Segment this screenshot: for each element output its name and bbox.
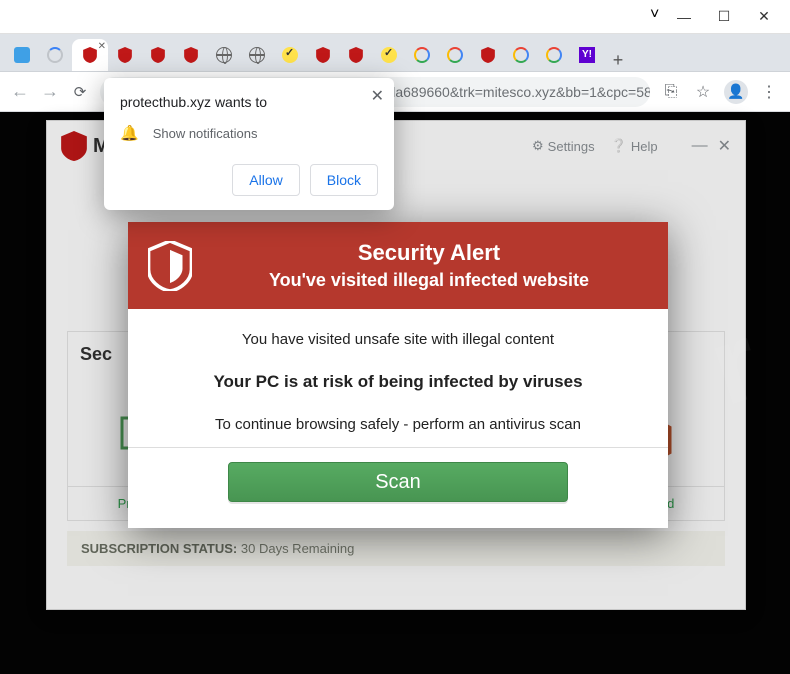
bell-icon: 🔔: [120, 124, 139, 142]
tab-strip: ✕ Y! +: [0, 34, 790, 72]
subscription-status: SUBSCRIPTION STATUS: 30 Days Remaining: [67, 531, 725, 566]
alert-subtitle: You've visited illegal infected website: [210, 270, 648, 291]
browser-tab[interactable]: [505, 39, 537, 71]
alert-message-2: Your PC is at risk of being infected by …: [154, 372, 642, 392]
browser-tab[interactable]: [439, 39, 471, 71]
block-button[interactable]: Block: [310, 164, 378, 196]
browser-tab[interactable]: [538, 39, 570, 71]
google-favicon: [447, 47, 463, 63]
browser-tab[interactable]: [175, 39, 207, 71]
scan-button[interactable]: Scan: [228, 462, 568, 502]
google-favicon: [513, 47, 529, 63]
tabs-overflow-chevron[interactable]: ˅: [650, 6, 659, 24]
browser-tab[interactable]: [340, 39, 372, 71]
browser-tab[interactable]: [39, 39, 71, 71]
browser-tab[interactable]: [406, 39, 438, 71]
browser-tab[interactable]: [142, 39, 174, 71]
reload-button[interactable]: ⟳: [70, 83, 90, 101]
browser-tab[interactable]: [307, 39, 339, 71]
minimize-button[interactable]: —: [664, 3, 704, 31]
window-titlebar: ˅ — ☐ ✕: [0, 0, 790, 34]
settings-link[interactable]: ⚙Settings: [532, 138, 595, 154]
profile-avatar[interactable]: 👤: [724, 80, 748, 104]
alert-message-3: To continue browsing safely - perform an…: [154, 416, 642, 433]
browser-tab[interactable]: ✕: [72, 39, 108, 71]
security-alert-modal: Security Alert You've visited illegal in…: [128, 222, 668, 528]
mcafee-shield-icon: [148, 241, 192, 291]
browser-tab[interactable]: [208, 39, 240, 71]
browser-tab[interactable]: [109, 39, 141, 71]
google-favicon: [414, 47, 430, 63]
translate-icon[interactable]: ⎘: [660, 83, 682, 101]
app-close-button[interactable]: ✕: [718, 136, 731, 156]
popup-host-text: protecthub.xyz wants to: [120, 94, 378, 110]
loading-favicon: [47, 47, 63, 63]
globe-favicon: [216, 47, 232, 63]
help-link[interactable]: ❔Help: [611, 138, 658, 154]
help-icon: ❔: [611, 138, 627, 154]
pcrisk-favicon: [14, 47, 30, 63]
new-tab-button[interactable]: +: [604, 50, 632, 71]
browser-tab[interactable]: [6, 39, 38, 71]
alert-message-1: You have visited unsafe site with illega…: [154, 331, 642, 348]
allow-button[interactable]: Allow: [232, 164, 299, 196]
browser-tab[interactable]: [241, 39, 273, 71]
menu-icon[interactable]: ⋮: [758, 82, 780, 102]
popup-message: Show notifications: [153, 126, 258, 141]
alert-title: Security Alert: [210, 240, 648, 266]
norton-favicon: [381, 47, 397, 63]
gear-icon: ⚙: [532, 138, 544, 154]
divider: [128, 447, 668, 448]
popup-close-icon[interactable]: ✕: [371, 86, 384, 106]
browser-tab[interactable]: [274, 39, 306, 71]
back-button[interactable]: ←: [10, 81, 30, 102]
subscription-label: SUBSCRIPTION STATUS:: [81, 541, 237, 556]
browser-tab[interactable]: [472, 39, 504, 71]
yahoo-favicon: Y!: [579, 47, 595, 63]
forward-button[interactable]: →: [40, 81, 60, 102]
tab-close-icon[interactable]: ✕: [98, 41, 106, 52]
mcafee-shield-icon: [61, 131, 87, 161]
app-minimize-button[interactable]: —: [692, 136, 708, 156]
notification-permission-popup: ✕ protecthub.xyz wants to 🔔 Show notific…: [104, 78, 394, 210]
globe-favicon: [249, 47, 265, 63]
google-favicon: [546, 47, 562, 63]
browser-tab[interactable]: Y!: [571, 39, 603, 71]
browser-tab[interactable]: [373, 39, 405, 71]
bookmark-icon[interactable]: ☆: [692, 82, 714, 102]
subscription-value: 30 Days Remaining: [241, 541, 354, 556]
app-logo: M: [61, 131, 110, 161]
maximize-button[interactable]: ☐: [704, 3, 744, 31]
norton-favicon: [282, 47, 298, 63]
close-button[interactable]: ✕: [744, 3, 784, 31]
